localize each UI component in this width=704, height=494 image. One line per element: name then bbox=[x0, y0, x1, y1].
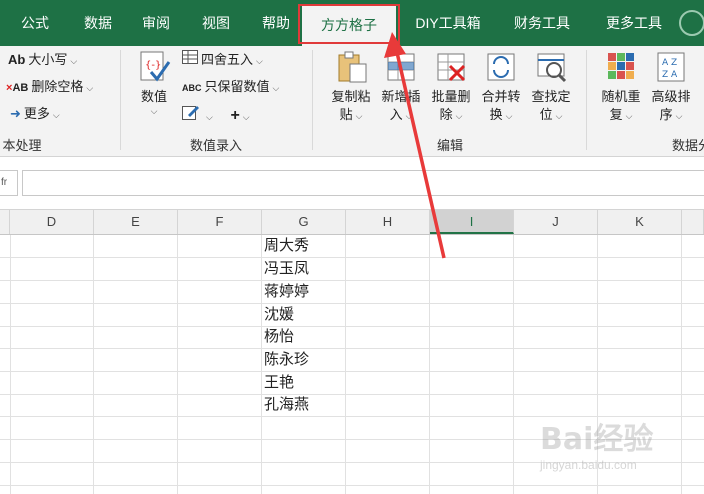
random-repeat-button[interactable]: 随机重复 ⌵ bbox=[596, 50, 646, 125]
search-icon bbox=[534, 50, 568, 84]
tab-data[interactable]: 数据 bbox=[70, 0, 126, 46]
case-label: 大小写 bbox=[28, 52, 68, 67]
cell-g5[interactable]: 杨怡 bbox=[264, 326, 294, 348]
lightbulb-icon[interactable] bbox=[679, 10, 704, 36]
column-header-k[interactable]: K bbox=[598, 210, 682, 234]
tab-more-tools[interactable]: 更多工具 bbox=[588, 0, 680, 46]
tab-help[interactable]: 帮助 bbox=[246, 0, 306, 46]
column-header-partial[interactable] bbox=[0, 210, 10, 234]
group-label-text: 本处理 bbox=[2, 138, 42, 153]
group-label-value-entry: 数值录入 bbox=[189, 138, 242, 153]
group-separator bbox=[312, 50, 313, 150]
table-icon bbox=[182, 50, 198, 70]
group-separator bbox=[586, 50, 587, 150]
batch-delete-button[interactable]: 批量删除 ⌵ bbox=[426, 50, 476, 125]
cell-g3[interactable]: 蒋婷婷 bbox=[264, 281, 309, 303]
svg-text:{-}: {-} bbox=[145, 60, 161, 71]
ribbon-panel: Ab 大小写 ⌵ ×AB 删除空格 ⌵ ➜ 更多 ⌵ 本处理 {-} 数值 ⌵ 四舍五入 ⌵ … bbox=[0, 46, 704, 157]
copy-paste-button[interactable]: 复制粘贴 ⌵ bbox=[326, 50, 376, 125]
group-label-data: 数据分 bbox=[672, 138, 704, 153]
column-header-e[interactable]: E bbox=[94, 210, 178, 234]
round-button[interactable]: 四舍五入 ⌵ bbox=[182, 50, 263, 70]
tab-view[interactable]: 视图 bbox=[186, 0, 246, 46]
cell-g1[interactable]: 周大秀 bbox=[264, 235, 309, 257]
tab-fangfanggezi[interactable]: 方方格子 bbox=[302, 6, 396, 46]
edit-dropdown[interactable]: ⌵ + ⌵ bbox=[182, 104, 250, 124]
merge-convert-button[interactable]: 合并转换 ⌵ bbox=[476, 50, 526, 125]
column-header-g[interactable]: G bbox=[262, 210, 346, 234]
column-header-d[interactable]: D bbox=[10, 210, 94, 234]
formula-bar-area: fr bbox=[0, 157, 704, 210]
round-label: 四舍五入 bbox=[201, 52, 254, 67]
cell-g6[interactable]: 陈永珍 bbox=[264, 349, 309, 371]
column-header-i[interactable]: I bbox=[430, 210, 514, 234]
ribbon-tab-bar: 公式 数据 审阅 视图 帮助 方方格子 DIY工具箱 财务工具 更多工具 bbox=[0, 0, 704, 46]
remove-spaces-label: 删除空格 bbox=[31, 79, 84, 94]
more-label: 更多 bbox=[23, 106, 50, 121]
column-header-f[interactable]: F bbox=[178, 210, 262, 234]
column-headers: D E F G H I J K bbox=[0, 210, 704, 235]
insert-table-icon bbox=[384, 50, 418, 84]
cell-g2[interactable]: 冯玉凤 bbox=[264, 258, 309, 280]
cell-grid[interactable]: 周大秀 冯玉凤 蒋婷婷 沈媛 杨怡 陈永珍 王艳 孔海燕 bbox=[0, 235, 704, 494]
column-header-j[interactable]: J bbox=[514, 210, 598, 234]
value-button[interactable]: {-} 数值 ⌵ bbox=[132, 50, 176, 117]
find-locate-button[interactable]: 查找定位 ⌵ bbox=[526, 50, 576, 125]
keep-values-label: 只保留数值 bbox=[204, 79, 270, 94]
cell-g8[interactable]: 孔海燕 bbox=[264, 394, 309, 416]
remove-spaces-button[interactable]: ×AB 删除空格 ⌵ bbox=[6, 77, 93, 97]
more-button[interactable]: ➜ 更多 ⌵ bbox=[10, 104, 60, 124]
insert-button[interactable]: 新增插入 ⌵ bbox=[376, 50, 426, 125]
keep-values-button[interactable]: ABC 只保留数值 ⌵ bbox=[182, 77, 279, 97]
column-header-h[interactable]: H bbox=[346, 210, 430, 234]
svg-text:A Z: A Z bbox=[662, 58, 677, 68]
advanced-sort-button[interactable]: A ZZ A 高级排序 ⌵ bbox=[646, 50, 696, 125]
tab-finance-tools[interactable]: 财务工具 bbox=[498, 0, 586, 46]
value-label: 数值 bbox=[140, 89, 167, 104]
abc-icon: ABC bbox=[182, 83, 202, 93]
merge-icon bbox=[484, 50, 518, 84]
plus-icon[interactable]: + bbox=[230, 107, 239, 124]
group-label-edit: 编辑 bbox=[436, 138, 463, 153]
sort-az-icon: A Z Z A bbox=[654, 50, 688, 84]
formula-input[interactable] bbox=[22, 170, 704, 196]
case-button[interactable]: Ab 大小写 ⌵ bbox=[8, 50, 77, 70]
cell-g4[interactable]: 沈媛 bbox=[264, 304, 294, 326]
remove-spaces-icon: ×AB bbox=[6, 82, 29, 94]
delete-table-icon bbox=[434, 50, 468, 84]
edit-pencil-icon bbox=[182, 104, 200, 126]
case-icon: Ab bbox=[8, 52, 26, 67]
clipboard-icon bbox=[334, 50, 368, 84]
tab-formulas[interactable]: 公式 bbox=[0, 0, 70, 46]
column-header-partial[interactable] bbox=[682, 210, 704, 234]
name-box[interactable]: fr bbox=[0, 170, 18, 196]
svg-text:Z A: Z A bbox=[662, 70, 678, 80]
tab-diy-toolbox[interactable]: DIY工具箱 bbox=[400, 0, 496, 46]
cell-g7[interactable]: 王艳 bbox=[264, 372, 294, 394]
value-icon: {-} bbox=[137, 50, 171, 84]
random-icon bbox=[604, 50, 638, 84]
group-separator bbox=[120, 50, 121, 150]
arrow-right-icon: ➜ bbox=[10, 106, 21, 121]
tab-review[interactable]: 审阅 bbox=[126, 0, 186, 46]
